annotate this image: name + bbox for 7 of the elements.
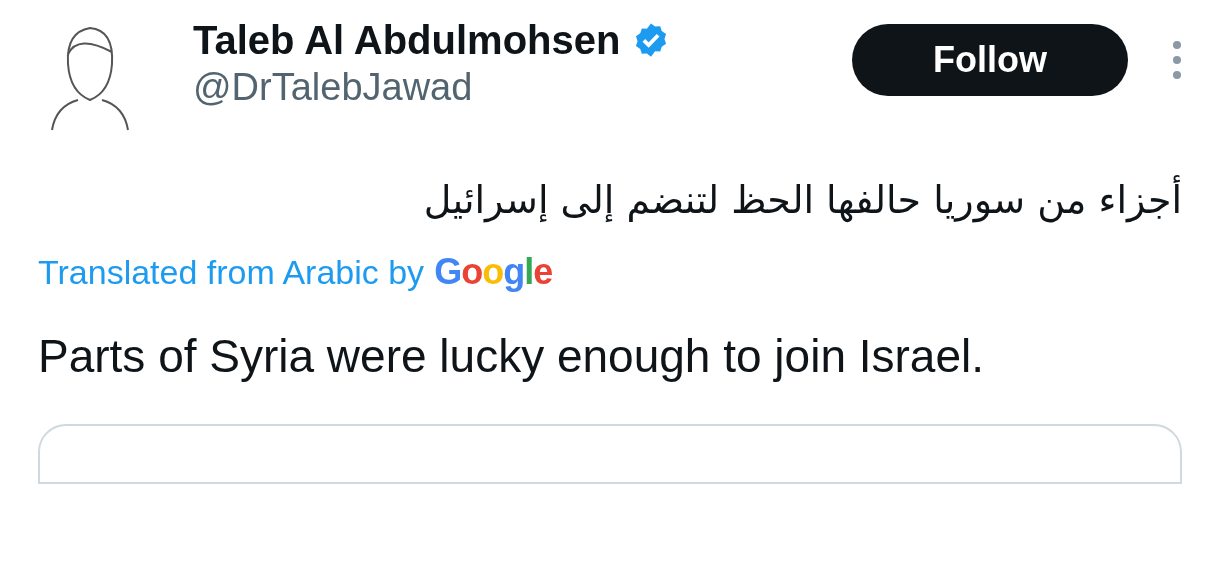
follow-button[interactable]: Follow xyxy=(852,24,1128,96)
translated-text: Parts of Syria were lucky enough to join Israel. xyxy=(38,329,985,384)
more-options-icon[interactable] xyxy=(1172,40,1182,80)
tweet-text: أجزاء من سوريا حالفها الحظ لتنضم إلى إسرائيل xyxy=(423,172,1182,228)
author-handle[interactable]: @DrTalebJawad xyxy=(193,64,671,110)
author-name[interactable]: Taleb Al Abdulmohsen xyxy=(193,16,621,64)
google-logo: Google xyxy=(434,250,553,294)
